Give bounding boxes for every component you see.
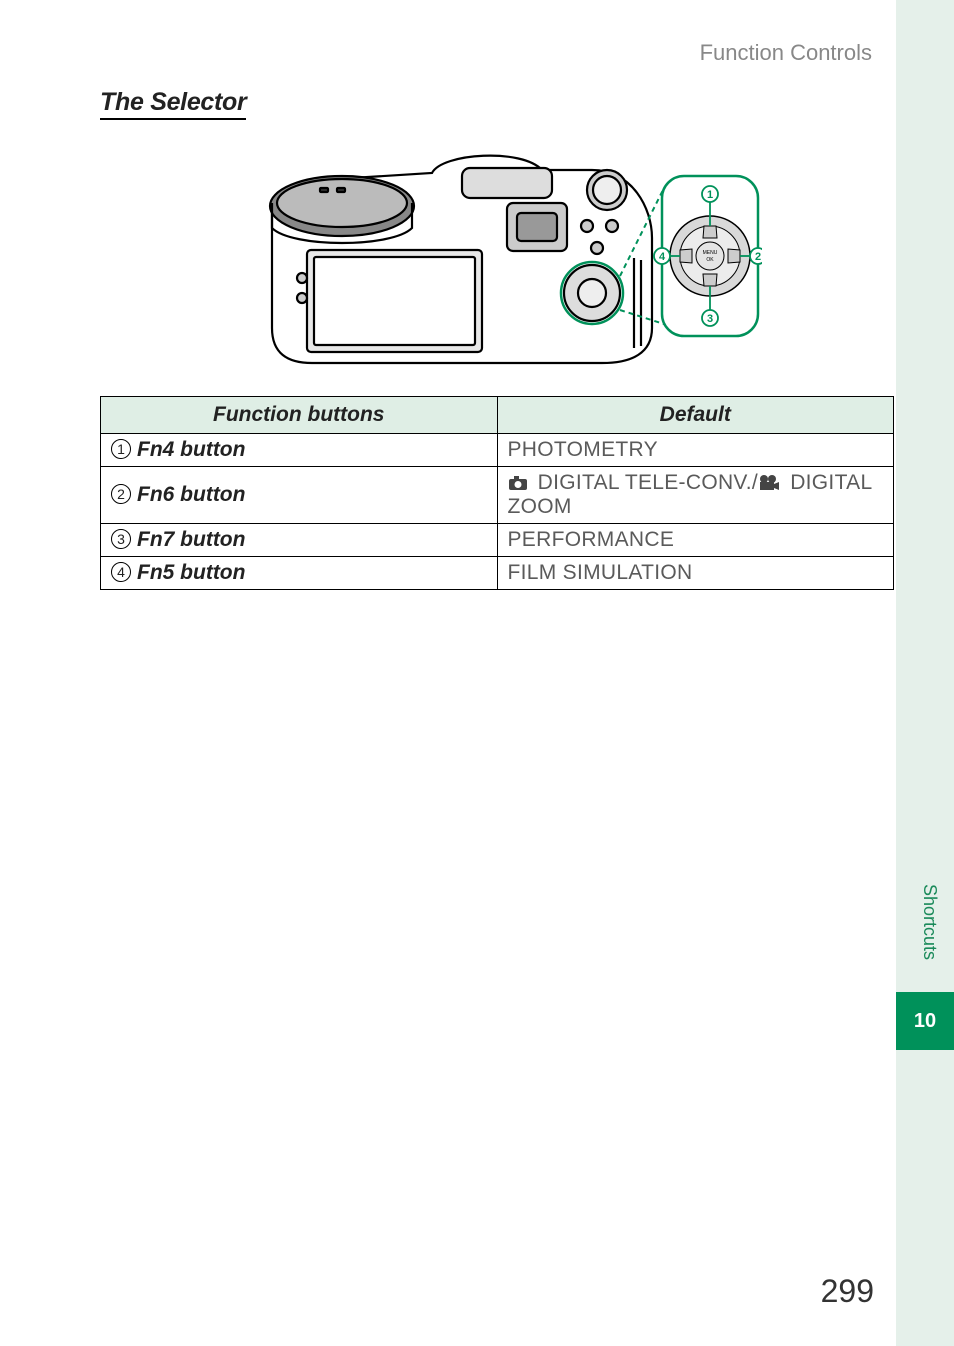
table-row: 2 Fn6 button DIGITAL TELE-CONV./ DIGITAL …	[101, 467, 894, 524]
circled-number: 3	[111, 529, 131, 549]
fn-label: Fn5 button	[137, 561, 245, 584]
default-text: PERFORMANCE	[508, 528, 675, 551]
menu-label: MENU	[703, 250, 718, 256]
ok-label: OK	[706, 257, 714, 263]
callout-2: 2	[755, 251, 761, 263]
fn-cell: 3 Fn7 button	[101, 524, 498, 557]
default-cell: PERFORMANCE	[497, 524, 894, 557]
camera-icon	[508, 475, 528, 491]
section-title: The Selector	[100, 88, 246, 120]
default-cell: FILM SIMULATION	[497, 557, 894, 590]
function-table: Function buttons Default 1 Fn4 button PHOT…	[100, 396, 894, 590]
default-text: PHOTOMETRY	[508, 438, 658, 461]
table-header-default: Default	[497, 397, 894, 434]
table-row: 4 Fn5 button FILM SIMULATION	[101, 557, 894, 590]
fn-cell: 4 Fn5 button	[101, 557, 498, 590]
default-cell: DIGITAL TELE-CONV./ DIGITAL ZOOM	[497, 467, 894, 524]
fn-label: Fn6 button	[137, 483, 245, 506]
sidebar-label: Shortcuts	[919, 884, 940, 960]
circled-number: 1	[111, 439, 131, 459]
page-number: 299	[821, 1273, 874, 1310]
default-text: FILM SIMULATION	[508, 561, 693, 584]
table-row: 3 Fn7 button PERFORMANCE	[101, 524, 894, 557]
chapter-tab: 10	[896, 992, 954, 1050]
default-cell: PHOTOMETRY	[497, 434, 894, 467]
header-section: Function Controls	[100, 40, 894, 66]
table-header-fn: Function buttons	[101, 397, 498, 434]
callout-1: 1	[707, 189, 713, 201]
table-row: 1 Fn4 button PHOTOMETRY	[101, 434, 894, 467]
callout-4: 4	[659, 251, 666, 263]
circled-number: 2	[111, 484, 131, 504]
circled-number: 4	[111, 562, 131, 582]
callout-3: 3	[707, 313, 713, 325]
fn-label: Fn7 button	[137, 528, 245, 551]
fn-label: Fn4 button	[137, 438, 245, 461]
fn-cell: 1 Fn4 button	[101, 434, 498, 467]
movie-icon	[758, 475, 780, 491]
fn-cell: 2 Fn6 button	[101, 467, 498, 524]
figure: MENU OK 1 2 3 4	[100, 148, 894, 378]
